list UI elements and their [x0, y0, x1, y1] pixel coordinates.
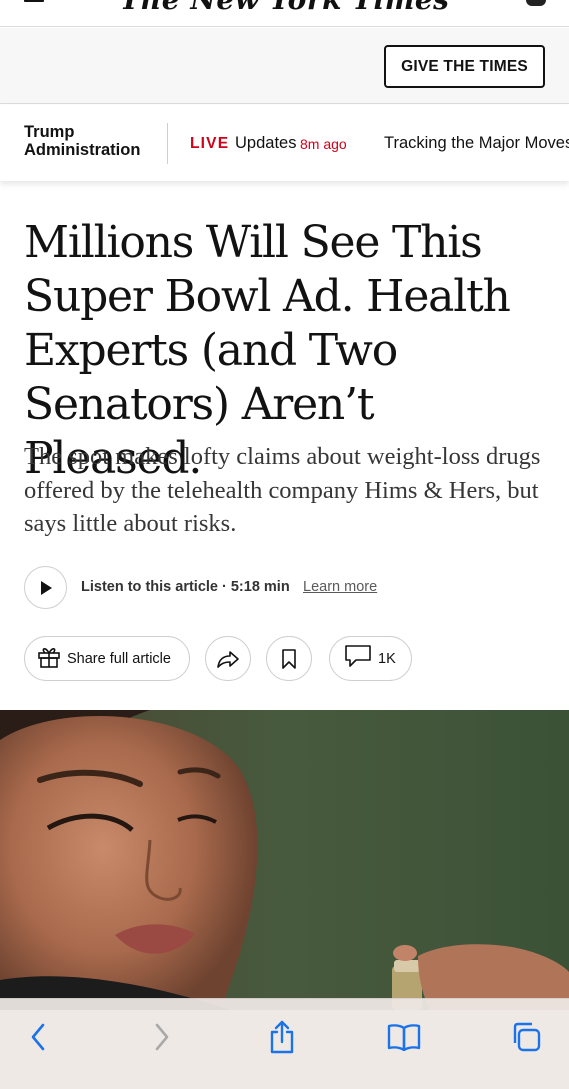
comment-icon	[344, 644, 372, 673]
promo-bar: GIVE THE TIMES	[0, 28, 569, 104]
chevron-right-icon[interactable]	[144, 1019, 180, 1055]
masthead: The New York Times	[0, 0, 569, 27]
article-summary: The spot makes lofty claims about weight…	[24, 443, 541, 537]
section-label-line: Trump	[24, 123, 75, 141]
next-story-link[interactable]: Tracking the Major Moves	[384, 134, 569, 153]
share-icon[interactable]	[264, 1019, 300, 1055]
account-icon[interactable]	[525, 0, 547, 8]
give-the-times-button[interactable]: GIVE THE TIMES	[384, 45, 545, 88]
section-label[interactable]: Trump Administration	[24, 123, 140, 159]
share-full-article-button[interactable]: Share full article	[24, 636, 190, 681]
live-label[interactable]: LIVE	[190, 135, 229, 153]
tabs-icon[interactable]	[508, 1019, 544, 1055]
time-ago: 8m ago	[300, 136, 347, 152]
section-label-line: Administration	[24, 141, 141, 159]
updates-label[interactable]: Updates	[235, 134, 296, 153]
article-actions: Share full article 1K	[24, 636, 544, 682]
play-icon[interactable]	[24, 566, 67, 609]
hero-image	[0, 710, 569, 1010]
book-icon[interactable]	[386, 1019, 422, 1055]
nyt-logo[interactable]: The New York Times	[0, 0, 569, 16]
listen-label: Listen to this article · 5:18 min	[81, 579, 290, 595]
share-label: Share full article	[67, 650, 171, 667]
divider	[167, 123, 168, 164]
audio-player: Listen to this article · 5:18 min Learn …	[24, 566, 544, 609]
comments-button[interactable]: 1K	[329, 636, 412, 681]
live-updates-bar: Trump Administration LIVE Updates 8m ago…	[0, 105, 569, 181]
bookmark-icon[interactable]	[266, 636, 312, 681]
share-arrow-icon[interactable]	[205, 636, 251, 681]
comment-count: 1K	[378, 650, 396, 667]
browser-toolbar	[0, 998, 569, 1089]
chevron-left-icon[interactable]	[20, 1019, 56, 1055]
gift-icon	[36, 643, 62, 674]
learn-more-link[interactable]: Learn more	[303, 579, 377, 595]
